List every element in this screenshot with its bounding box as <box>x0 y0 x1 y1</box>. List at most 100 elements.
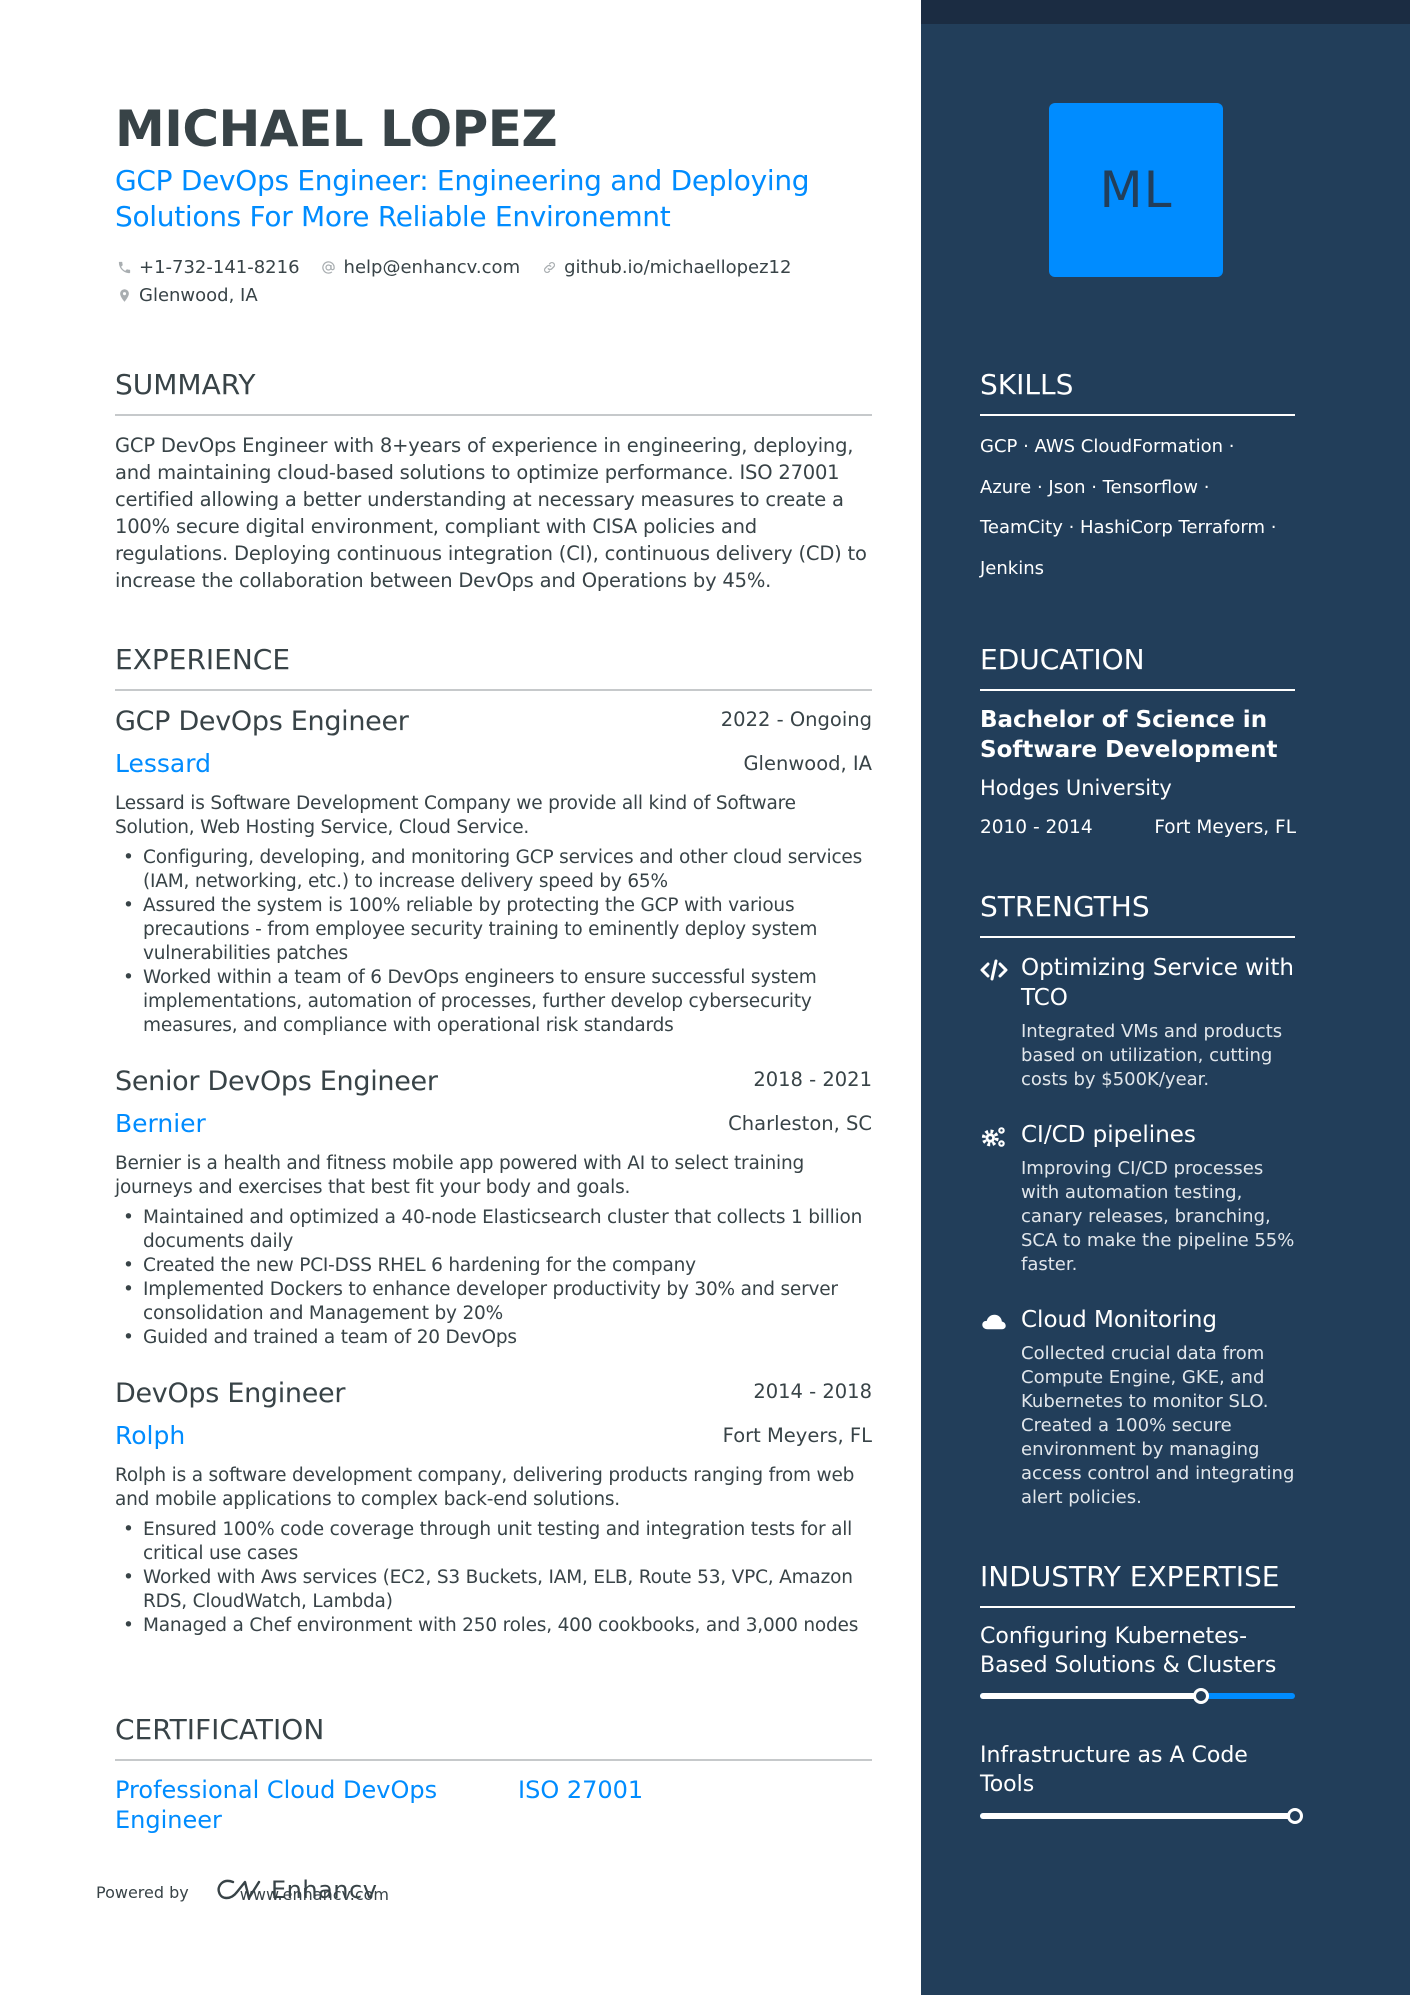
industry-expertise-divider <box>980 1606 1295 1608</box>
job-bullets: Configuring, developing, and monitoring … <box>115 846 872 1038</box>
strengths-heading: STRENGTHS <box>980 890 1150 923</box>
strength-title: Optimizing Service with TCO <box>1021 955 1294 1011</box>
avatar-initials: ML <box>1099 161 1173 219</box>
candidate-headline: GCP DevOps Engineer: Engineering and Dep… <box>115 164 810 233</box>
cloud-icon <box>980 1309 1008 1335</box>
expertise-label: Configuring Kubernetes-Based Solutions &… <box>980 1624 1277 1678</box>
main-column: MICHAEL LOPEZ GCP DevOps Engineer: Engin… <box>0 0 921 1995</box>
job-dates: 2018 - 2021 <box>753 1068 872 1091</box>
certification-heading: CERTIFICATION <box>115 1713 325 1746</box>
candidate-name: MICHAEL LOPEZ <box>115 100 558 158</box>
skills-heading: SKILLS <box>980 368 1074 401</box>
strength-description: Integrated VMs and products based on uti… <box>1021 1021 1283 1090</box>
github-link[interactable]: github.io/michaellopez12 <box>564 257 791 278</box>
contact-info: +1-732-141-8216 help@enhancv.com github.… <box>115 253 875 309</box>
job-title: GCP DevOps Engineer <box>115 706 409 737</box>
job-bullet: Guided and trained a team of 20 DevOps <box>115 1326 872 1350</box>
expertise-bar <box>980 1688 1295 1704</box>
sidebar-top-strip <box>921 0 1410 24</box>
job-bullet: Configuring, developing, and monitoring … <box>115 846 872 894</box>
strength-description: Collected crucial data from Compute Engi… <box>1021 1343 1295 1508</box>
job-bullet: Worked with Aws services (EC2, S3 Bucket… <box>115 1566 872 1614</box>
sidebar: ML SKILLS GCP · AWS CloudFormation · Azu… <box>921 0 1410 1995</box>
contact-link[interactable]: github.io/michaellopez12 <box>540 257 791 278</box>
footer-url[interactable]: www.enhancv.com <box>240 1885 389 1904</box>
expertise-label: Infrastructure as A Code Tools <box>980 1743 1248 1797</box>
job-description: Bernier is a health and fitness mobile a… <box>115 1153 805 1198</box>
code-icon <box>980 957 1008 983</box>
job-bullet: Worked within a team of 6 DevOps enginee… <box>115 966 872 1038</box>
strength-title: Cloud Monitoring <box>1021 1307 1218 1333</box>
skills-list: GCP · AWS CloudFormation · Azure · Json … <box>980 427 1300 589</box>
summary-heading: SUMMARY <box>115 368 256 401</box>
job-location: Fort Meyers, FL <box>722 1424 872 1447</box>
experience-item: Senior DevOps Engineer 2018 - 2021 Berni… <box>115 1066 872 1366</box>
job-company[interactable]: Rolph <box>115 1421 185 1450</box>
skills-line: TeamCity · HashiCorp Terraform · <box>980 517 1277 538</box>
strength-item: Optimizing Service with TCO Integrated V… <box>980 953 1300 1093</box>
experience-item: GCP DevOps Engineer 2022 - Ongoing Lessa… <box>115 706 872 1036</box>
expertise-bar-knob <box>1287 1808 1303 1824</box>
experience-divider <box>115 689 872 691</box>
education-school: Hodges University <box>980 776 1172 800</box>
job-title: Senior DevOps Engineer <box>115 1066 438 1097</box>
job-bullet: Managed a Chef environment with 250 role… <box>115 1614 872 1638</box>
education-heading: EDUCATION <box>980 643 1145 676</box>
strength-title: CI/CD pipelines <box>1021 1122 1196 1148</box>
job-location: Glenwood, IA <box>743 752 872 775</box>
skills-line: Jenkins <box>980 557 1045 579</box>
powered-by-label: Powered by <box>96 1883 189 1902</box>
job-company[interactable]: Bernier <box>115 1109 206 1138</box>
education-degree: Bachelor of Science in Software Developm… <box>980 707 1278 763</box>
job-description: Lessard is Software Development Company … <box>115 793 796 838</box>
strength-item: Cloud Monitoring Collected crucial data … <box>980 1305 1300 1525</box>
experience-heading: EXPERIENCE <box>115 643 291 676</box>
education-location: Fort Meyers, FL <box>1154 817 1296 838</box>
at-icon <box>320 258 338 276</box>
job-bullet: Maintained and optimized a 40-node Elast… <box>115 1206 872 1254</box>
skills-line: GCP · AWS CloudFormation · <box>980 436 1235 457</box>
location-text: Glenwood, IA <box>139 284 258 306</box>
job-dates: 2014 - 2018 <box>753 1380 872 1403</box>
gears-icon <box>980 1124 1008 1150</box>
summary-divider <box>115 414 872 416</box>
location-pin-icon <box>115 286 133 304</box>
job-location: Charleston, SC <box>728 1112 872 1135</box>
strength-item: CI/CD pipelines Improving CI/CD processe… <box>980 1120 1300 1290</box>
job-description: Rolph is a software development company,… <box>115 1465 855 1510</box>
job-bullet: Assured the system is 100% reliable by p… <box>115 894 872 966</box>
strengths-divider <box>980 936 1295 938</box>
contact-location: Glenwood, IA <box>115 285 258 306</box>
job-company[interactable]: Lessard <box>115 749 211 778</box>
contact-email[interactable]: help@enhancv.com <box>320 257 521 278</box>
expertise-bar-fill <box>980 1813 1295 1819</box>
skills-divider <box>980 414 1295 416</box>
expertise-item: Infrastructure as A Code Tools <box>980 1741 1303 1824</box>
link-icon <box>540 258 558 276</box>
summary-text: GCP DevOps Engineer with 8+years of expe… <box>115 434 867 592</box>
education-dates: 2010 - 2014 <box>980 817 1093 838</box>
phone-icon <box>115 258 133 276</box>
phone-number: +1-732-141-8216 <box>139 256 300 278</box>
skills-line: Azure · Json · Tensorflow · <box>980 476 1210 498</box>
contact-phone: +1-732-141-8216 <box>115 257 300 278</box>
education-divider <box>980 689 1295 691</box>
job-dates: 2022 - Ongoing <box>720 708 872 731</box>
avatar: ML <box>1049 103 1223 277</box>
job-bullets: Maintained and optimized a 40-node Elast… <box>115 1206 872 1350</box>
certification-item[interactable]: Professional Cloud DevOps Engineer <box>115 1775 475 1835</box>
job-bullet: Implemented Dockers to enhance developer… <box>115 1278 872 1326</box>
job-bullets: Ensured 100% code coverage through unit … <box>115 1518 872 1638</box>
strength-description: Improving CI/CD processes with automatio… <box>1021 1158 1295 1275</box>
expertise-bar <box>980 1808 1303 1824</box>
job-title: DevOps Engineer <box>115 1378 346 1409</box>
industry-expertise-heading: INDUSTRY EXPERTISE <box>980 1560 1280 1593</box>
certification-item[interactable]: ISO 27001 <box>518 1775 858 1805</box>
email-address[interactable]: help@enhancv.com <box>344 257 521 278</box>
job-bullet: Created the new PCI-DSS RHEL 6 hardening… <box>115 1254 872 1278</box>
expertise-bar-knob <box>1192 1688 1209 1704</box>
expertise-item: Configuring Kubernetes-Based Solutions &… <box>980 1622 1300 1704</box>
job-bullet: Ensured 100% code coverage through unit … <box>115 1518 872 1566</box>
experience-item: DevOps Engineer 2014 - 2018 Rolph Fort M… <box>115 1378 872 1678</box>
certification-divider <box>115 1759 872 1761</box>
